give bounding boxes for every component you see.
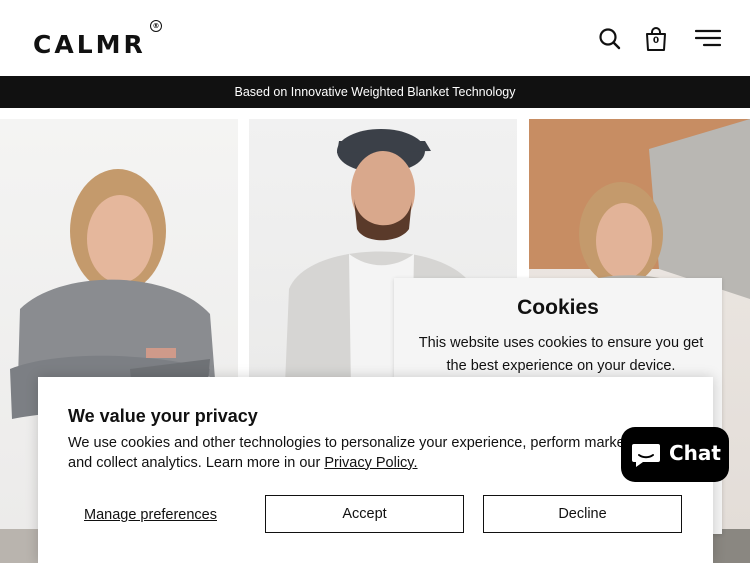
- menu-icon[interactable]: [694, 26, 722, 52]
- announcement-bar: Based on Innovative Weighted Blanket Tec…: [0, 76, 750, 108]
- chat-widget-button[interactable]: Chat: [621, 427, 729, 482]
- site-header: CALMR ® 0: [0, 0, 750, 76]
- cart-count-badge: 0: [652, 36, 660, 46]
- chat-bubble-icon: [632, 444, 660, 467]
- manage-preferences-button[interactable]: Manage preferences: [84, 505, 232, 525]
- accept-button[interactable]: Accept: [265, 495, 464, 533]
- cookies-title: Cookies: [517, 296, 599, 319]
- decline-button[interactable]: Decline: [483, 495, 682, 533]
- cart-button[interactable]: 0: [643, 26, 669, 52]
- privacy-description: We use cookies and other technologies to…: [68, 434, 680, 473]
- announcement-text: Based on Innovative Weighted Blanket Tec…: [234, 85, 516, 99]
- cookies-description: This website uses cookies to ensure you …: [418, 335, 704, 374]
- brand-logo[interactable]: CALMR: [33, 30, 146, 59]
- privacy-policy-link[interactable]: Privacy Policy.: [324, 455, 417, 471]
- product-photo-second-row-right[interactable]: [713, 529, 750, 563]
- privacy-title: We value your privacy: [68, 406, 258, 426]
- privacy-consent-banner: We value your privacy We use cookies and…: [38, 377, 713, 563]
- registered-mark: ®: [150, 20, 162, 32]
- search-icon[interactable]: [597, 26, 623, 52]
- chat-label: Chat: [669, 441, 721, 465]
